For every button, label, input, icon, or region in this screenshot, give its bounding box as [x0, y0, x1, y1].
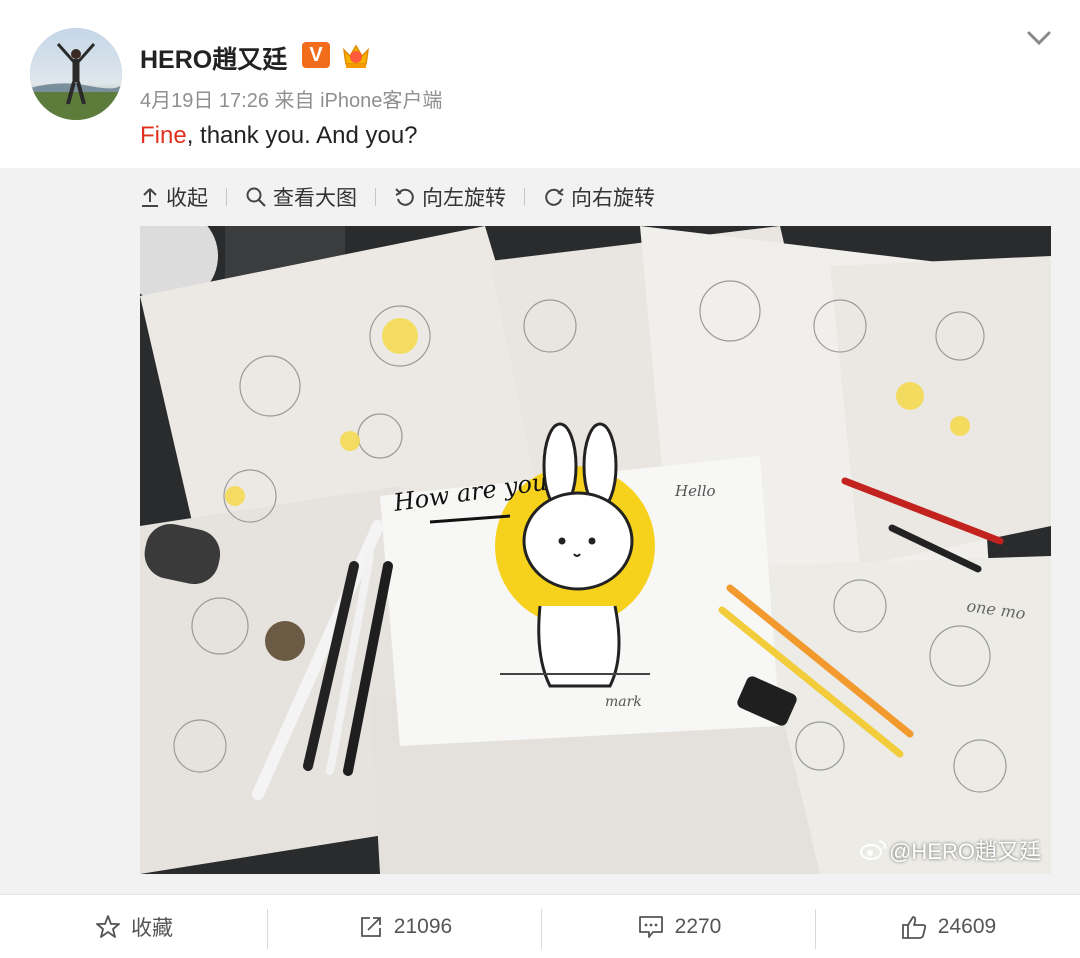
action-bar: 收藏 21096 2270 24609 — [0, 894, 1080, 958]
rotate-right-icon — [545, 188, 564, 206]
view-large-button[interactable]: 查看大图 — [245, 182, 357, 212]
like-button[interactable]: 24609 — [816, 895, 1080, 958]
rotate-right-button[interactable]: 向右旋转 — [543, 182, 655, 212]
favorite-label: 收藏 — [131, 917, 173, 940]
repost-button[interactable]: 21096 — [268, 895, 542, 958]
post-text-highlight[interactable]: Fine — [140, 122, 187, 149]
post-image[interactable]: How are you Hello one mo mark @HERO趙又廷 — [140, 226, 1051, 874]
repost-icon — [360, 917, 381, 937]
handwriting-mark: mark — [605, 694, 642, 710]
image-watermark: @HERO趙又廷 — [859, 834, 1041, 866]
comment-button[interactable]: 2270 — [542, 895, 816, 958]
rotate-left-button[interactable]: 向左旋转 — [394, 182, 506, 212]
like-count: 24609 — [937, 915, 997, 938]
collapse-icon — [142, 188, 158, 207]
collapse-button[interactable]: 收起 — [140, 182, 208, 212]
collapse-label: 收起 — [166, 187, 208, 210]
comment-count: 2270 — [674, 915, 722, 938]
toolbar-divider — [375, 188, 376, 206]
avatar[interactable] — [30, 28, 122, 120]
post-header: HERO趙又廷 V 4月19日 17:26 来自 iPhone客户端 Fine,… — [0, 0, 1080, 168]
comment-icon — [638, 916, 663, 938]
sketches-illustration: How are you Hello one mo mark — [140, 226, 1051, 874]
thumbs-up-icon — [901, 916, 926, 939]
star-icon — [96, 915, 120, 938]
crown-icon — [342, 44, 370, 68]
rotate-right-label: 向右旋转 — [571, 187, 655, 210]
repost-count: 21096 — [393, 915, 453, 938]
chevron-down-icon[interactable] — [1026, 28, 1052, 48]
search-icon — [246, 187, 266, 207]
username[interactable]: HERO趙又廷 — [140, 40, 287, 76]
post-text-rest: , thank you. And you? — [186, 122, 418, 149]
toolbar-divider — [226, 188, 227, 206]
toolbar-divider — [524, 188, 525, 206]
weibo-logo-icon — [860, 840, 887, 860]
verified-badge: V — [302, 42, 330, 68]
favorite-button[interactable]: 收藏 — [0, 895, 268, 958]
post-meta: 4月19日 17:26 来自 iPhone客户端 — [140, 90, 443, 112]
post-text: Fine, thank you. And you? — [140, 122, 418, 150]
handwriting-hello: Hello — [674, 482, 716, 500]
watermark-text: @HERO趙又廷 — [889, 839, 1041, 864]
image-toolbar: 收起 查看大图 向左旋转 向右旋转 — [140, 180, 655, 214]
rotate-left-icon — [395, 188, 414, 206]
view-large-label: 查看大图 — [273, 187, 357, 210]
rotate-left-label: 向左旋转 — [422, 187, 506, 210]
